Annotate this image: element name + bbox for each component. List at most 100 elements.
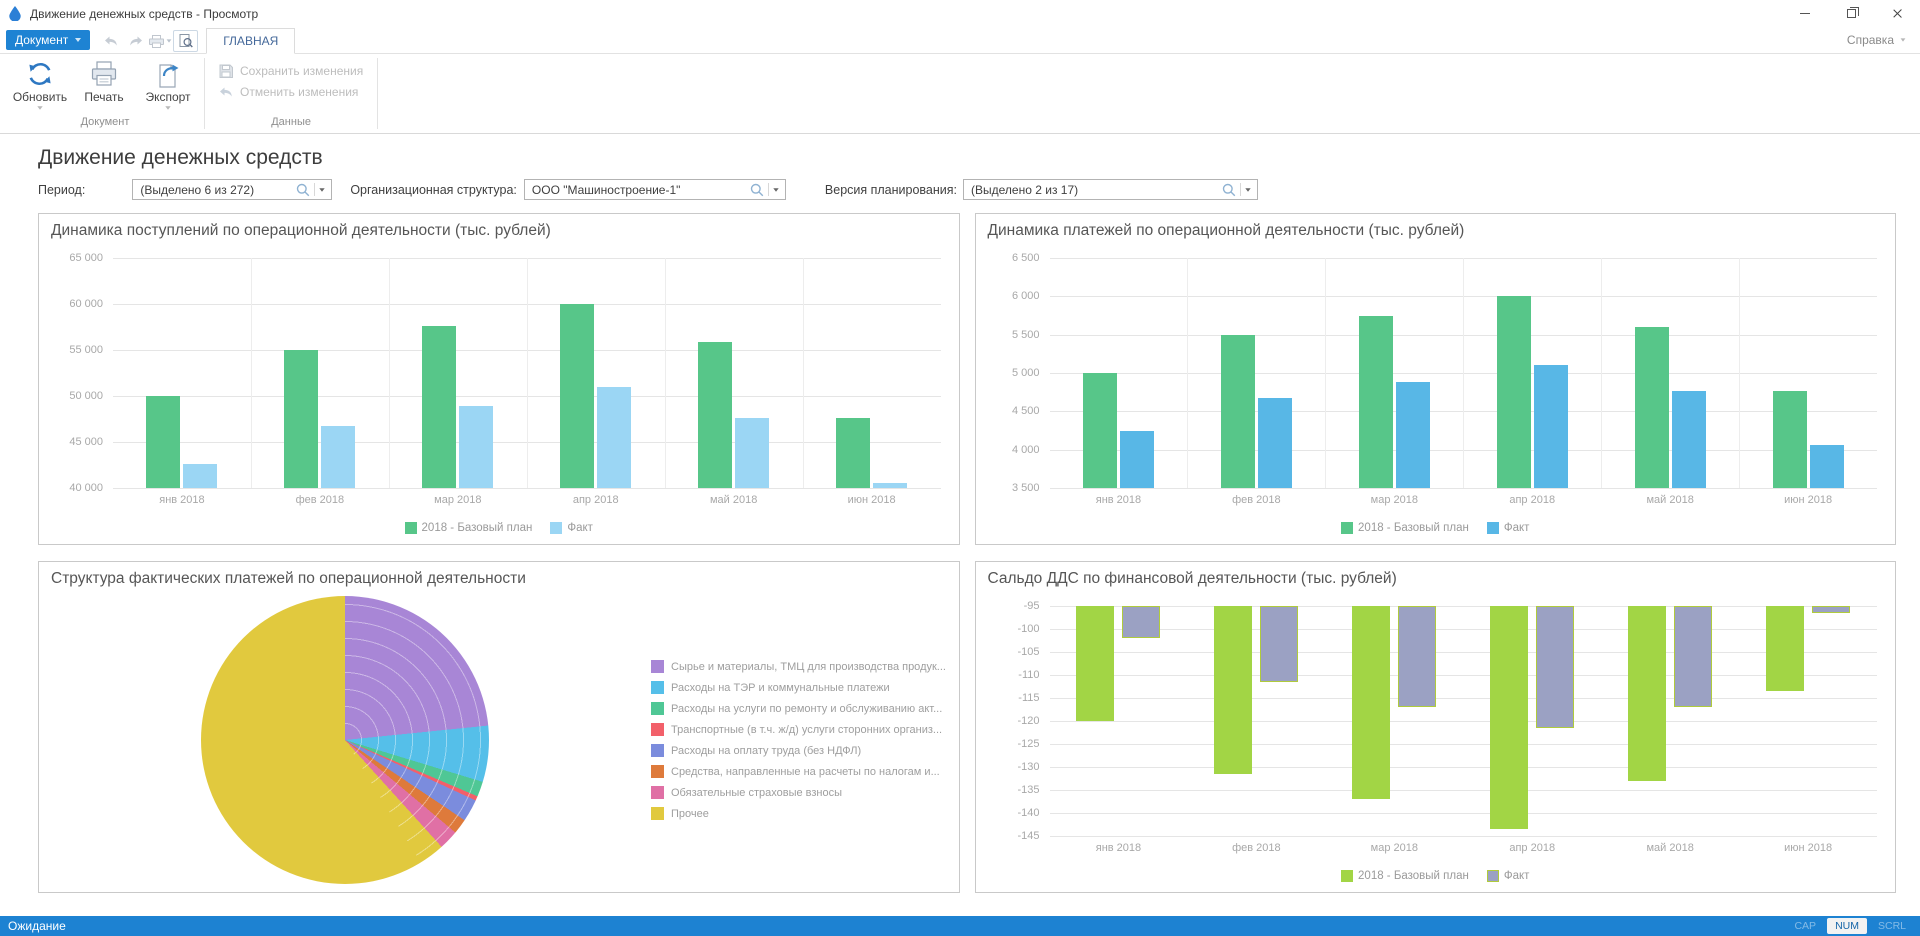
maximize-button[interactable]: [1828, 0, 1874, 27]
num-lock-indicator: NUM: [1827, 918, 1867, 934]
plan-version-combobox[interactable]: (Выделено 2 из 17): [963, 179, 1258, 200]
search-icon[interactable]: [296, 183, 310, 197]
x-axis-labels: янв 2018фев 2018мар 2018апр 2018май 2018…: [1050, 842, 1878, 854]
undo-icon: [219, 86, 233, 98]
legend-label: 2018 - Базовый план: [1358, 522, 1469, 534]
y-axis-tick-label: -130: [1017, 761, 1039, 773]
plan-bar: [1352, 606, 1390, 799]
y-axis-tick-label: -110: [1018, 669, 1039, 681]
filter-label-org: Организационная структура:: [350, 183, 517, 197]
ribbon-group-label-data: Данные: [205, 114, 377, 133]
pie-legend-item: Расходы на ТЭР и коммунальные платежи: [651, 677, 945, 698]
undo-button[interactable]: [98, 30, 123, 52]
combo-divider: [768, 183, 769, 196]
export-label: Экспорт: [145, 90, 190, 104]
bar-group: [1739, 258, 1877, 488]
plan-bar: [284, 350, 318, 488]
legend-label: Транспортные (в т.ч. ж/д) услуги сторонн…: [671, 724, 942, 736]
chevron-down-icon: [165, 106, 170, 110]
y-axis-tick-label: -145: [1017, 830, 1039, 842]
fact-bar: [1674, 606, 1712, 707]
legend-swatch-icon: [651, 660, 664, 673]
x-axis-label: июн 2018: [803, 494, 941, 506]
plot-area: 6 5006 0005 5005 0004 5004 0003 500янв 2…: [1050, 258, 1878, 488]
chart-panel-balance: Сальдо ДДС по финансовой деятельности (т…: [975, 561, 1897, 893]
period-combobox[interactable]: (Выделено 6 из 272): [132, 179, 332, 200]
x-axis-label: май 2018: [1601, 494, 1739, 506]
chevron-down-icon[interactable]: [1245, 188, 1250, 192]
plan-bar: [1490, 606, 1528, 829]
minimize-icon: [1800, 13, 1810, 14]
chart-legend: 2018 - Базовый план Факт: [988, 870, 1884, 882]
document-menu-button[interactable]: Документ: [6, 30, 90, 50]
y-axis-tick-label: 5 000: [1012, 367, 1040, 379]
x-axis-label: янв 2018: [1050, 842, 1188, 854]
legend-swatch-icon: [550, 522, 562, 534]
bar-group: [527, 258, 665, 488]
save-changes-label: Сохранить изменения: [240, 64, 363, 78]
chart-title: Динамика поступлений по операционной дея…: [51, 222, 947, 246]
org-structure-combobox[interactable]: ООО "Машиностроение-1": [524, 179, 786, 200]
bar-group: [1050, 606, 1188, 836]
chart-panel-payments: Динамика платежей по операционной деятел…: [975, 213, 1897, 545]
y-axis-tick-label: 60 000: [69, 298, 103, 310]
x-axis-label: июн 2018: [1739, 842, 1877, 854]
fact-bar: [1812, 606, 1850, 613]
document-menu-label: Документ: [15, 33, 68, 47]
x-axis-labels: янв 2018фев 2018мар 2018апр 2018май 2018…: [113, 494, 941, 506]
cancel-changes-button[interactable]: Отменить изменения: [219, 85, 363, 99]
bar-group: [1325, 258, 1463, 488]
help-button[interactable]: Справка: [1847, 33, 1906, 47]
refresh-button[interactable]: Обновить: [10, 58, 70, 114]
bar-group: [803, 258, 941, 488]
fact-bar: [459, 406, 493, 488]
x-axis-label: фев 2018: [251, 494, 389, 506]
pie-legend-item: Расходы на оплату труда (без НДФЛ): [651, 740, 945, 761]
legend-swatch-icon: [1341, 522, 1353, 534]
pie-legend: Сырье и материалы, ТМЦ для производства …: [651, 656, 945, 824]
chevron-down-icon[interactable]: [320, 188, 325, 192]
search-icon[interactable]: [750, 183, 764, 197]
legend-label: Факт: [1504, 870, 1530, 882]
plan-bar: [1214, 606, 1252, 774]
close-icon: [1892, 8, 1903, 19]
keyboard-indicators: CAP NUM SCRL: [1786, 918, 1914, 934]
refresh-icon: [26, 60, 54, 88]
bar-group: [251, 258, 389, 488]
print-button[interactable]: Печать: [74, 58, 134, 114]
plan-bar: [698, 342, 732, 488]
y-axis-tick-label: -95: [1024, 600, 1040, 612]
legend-label: 2018 - Базовый план: [1358, 870, 1469, 882]
export-button[interactable]: Экспорт: [138, 58, 198, 114]
redo-button[interactable]: [123, 30, 148, 52]
quick-print-button[interactable]: [148, 30, 173, 52]
minimize-button[interactable]: [1782, 0, 1828, 27]
x-axis-label: мар 2018: [1325, 842, 1463, 854]
gridline: [1050, 488, 1878, 489]
tab-glavnaya[interactable]: ГЛАВНАЯ: [206, 28, 295, 54]
y-axis-tick-label: 4 500: [1012, 405, 1040, 417]
legend-label: Факт: [1504, 522, 1530, 534]
printer-icon: [149, 35, 164, 48]
search-icon[interactable]: [1222, 183, 1236, 197]
fact-bar: [873, 483, 907, 488]
bar-groups: [1050, 258, 1878, 488]
ribbon-group-document: Обновить Печать: [6, 54, 204, 133]
legend-item: Факт: [1487, 870, 1530, 882]
ribbon-group-data: Сохранить изменения Отменить изменения Д…: [205, 54, 377, 133]
plan-bar: [146, 396, 180, 488]
legend-label: Расходы на ТЭР и коммунальные платежи: [671, 682, 890, 694]
y-axis-tick-label: 5 500: [1012, 329, 1040, 341]
plan-bar: [1221, 335, 1255, 488]
chevron-down-icon: [1901, 38, 1906, 41]
pie-chart: [201, 596, 489, 884]
legend-label: 2018 - Базовый план: [422, 522, 533, 534]
x-axis-label: янв 2018: [1050, 494, 1188, 506]
x-axis-label: май 2018: [1601, 842, 1739, 854]
save-changes-button[interactable]: Сохранить изменения: [219, 64, 363, 78]
close-button[interactable]: [1874, 0, 1920, 27]
print-preview-button[interactable]: [173, 30, 198, 52]
app-droplet-icon: [9, 6, 21, 21]
fact-bar: [1398, 606, 1436, 707]
chevron-down-icon[interactable]: [773, 188, 778, 192]
